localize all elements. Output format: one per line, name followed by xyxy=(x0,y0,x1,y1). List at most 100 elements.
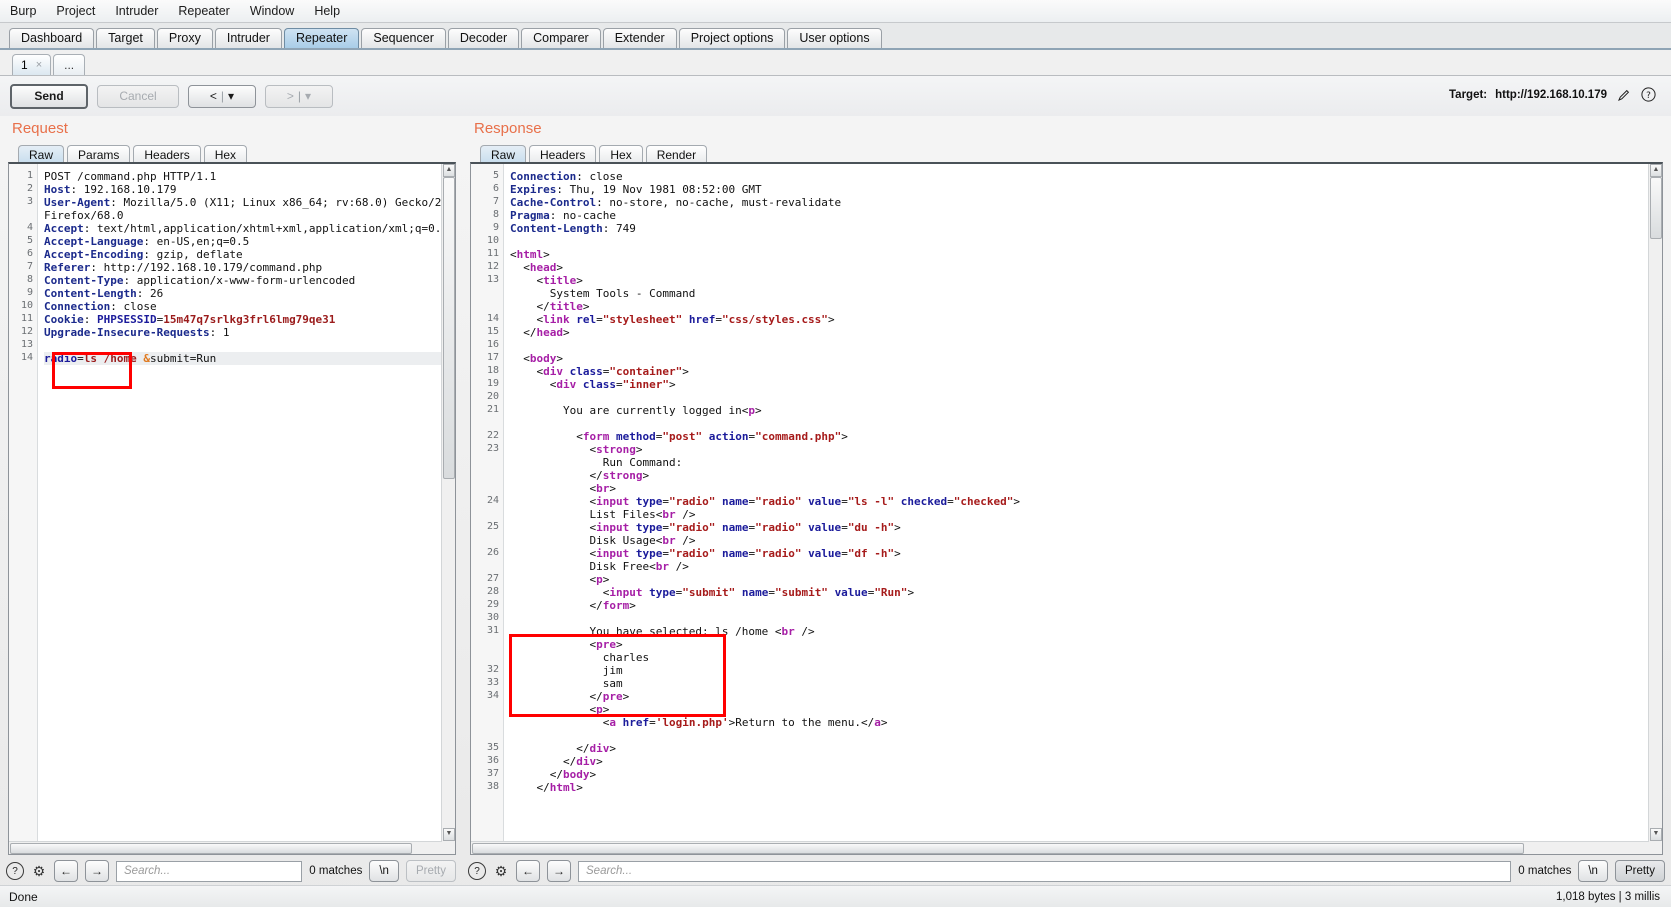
code-token: < xyxy=(510,313,544,326)
search-input-wrapper[interactable] xyxy=(578,860,1512,882)
close-icon[interactable]: × xyxy=(36,55,42,75)
code-line: </head> xyxy=(510,326,1648,339)
menu-item-burp[interactable]: Burp xyxy=(8,3,38,19)
help-icon[interactable]: ? xyxy=(6,862,24,880)
menu-item-repeater[interactable]: Repeater xyxy=(176,3,231,19)
code-token: strong xyxy=(602,469,643,482)
code-token: Accept xyxy=(44,222,84,235)
scroll-down-icon[interactable]: ▼ xyxy=(1650,828,1662,841)
tab-repeater[interactable]: Repeater xyxy=(283,28,360,48)
line-number: 13 xyxy=(20,339,33,350)
line-number: 25 xyxy=(486,521,499,532)
code-token: < xyxy=(510,248,517,261)
code-token: > xyxy=(596,755,603,768)
line-number: 18 xyxy=(486,365,499,376)
pretty-button[interactable]: Pretty xyxy=(1614,860,1665,882)
repeater-tab-new[interactable]: ... xyxy=(53,54,86,75)
tab-dashboard[interactable]: Dashboard xyxy=(9,28,95,48)
tab-comparer[interactable]: Comparer xyxy=(521,28,601,48)
gear-icon[interactable]: ⚙ xyxy=(493,863,509,879)
target-info: Target: http://192.168.10.179 ? xyxy=(1449,86,1657,103)
target-url: http://192.168.10.179 xyxy=(1495,88,1607,101)
line-number: 11 xyxy=(486,248,499,259)
code-line: <body> xyxy=(510,352,1648,365)
newline-toggle-button[interactable]: \n xyxy=(1578,860,1608,882)
svg-text:?: ? xyxy=(1646,91,1651,101)
code-line: System Tools - Command xyxy=(510,287,1648,300)
line-number: 12 xyxy=(20,326,33,337)
menu-item-intruder[interactable]: Intruder xyxy=(113,3,160,19)
send-button[interactable]: Send xyxy=(10,83,88,109)
request-vertical-scrollbar[interactable]: ▲ ▼ xyxy=(441,164,455,854)
code-token: & xyxy=(143,352,150,365)
tab-target[interactable]: Target xyxy=(96,28,155,48)
menu-item-project[interactable]: Project xyxy=(54,3,97,19)
newline-toggle-button[interactable]: \n xyxy=(369,860,399,882)
code-line: <input type="submit" name="submit" value… xyxy=(510,586,1648,599)
find-previous-button[interactable]: ← xyxy=(516,860,540,882)
code-token: = xyxy=(768,586,775,599)
code-token: body xyxy=(529,352,557,365)
help-icon[interactable]: ? xyxy=(468,862,486,880)
find-next-button[interactable]: → xyxy=(547,860,571,882)
menu-item-window[interactable]: Window xyxy=(248,3,296,19)
code-token: : http://192.168.10.179/command.php xyxy=(90,261,323,274)
code-line: Accept: text/html,application/xhtml+xml,… xyxy=(44,222,441,235)
code-token: > xyxy=(602,573,610,586)
scroll-down-icon[interactable]: ▼ xyxy=(443,828,455,841)
code-token: pre xyxy=(596,638,616,651)
scroll-thumb[interactable] xyxy=(443,177,455,479)
scroll-up-icon[interactable]: ▲ xyxy=(443,164,455,177)
search-input[interactable] xyxy=(122,864,297,878)
chevron-down-icon: ▾ xyxy=(305,89,312,103)
code-token: > xyxy=(827,313,835,326)
code-line: <br> xyxy=(510,482,1648,495)
code-line: <input type="radio" name="radio" value="… xyxy=(510,547,1648,560)
tab-decoder[interactable]: Decoder xyxy=(447,28,520,48)
code-token: > xyxy=(880,716,888,729)
code-line: Expires: Thu, 19 Nov 1981 08:52:00 GMT xyxy=(510,183,1648,196)
code-line: You have selected: ls /home <br /> xyxy=(510,625,1648,638)
tab-proxy[interactable]: Proxy xyxy=(156,28,213,48)
search-input-wrapper[interactable] xyxy=(116,860,303,882)
chevron-down-icon[interactable]: ▾ xyxy=(228,89,234,103)
line-number: 12 xyxy=(486,261,499,272)
line-number: 33 xyxy=(486,677,499,688)
tab-project-options[interactable]: Project options xyxy=(678,28,786,48)
scroll-thumb[interactable] xyxy=(1650,177,1662,239)
code-line: <pre> xyxy=(510,638,1648,651)
tab-extender[interactable]: Extender xyxy=(602,28,677,48)
code-line: Cookie: PHPSESSID=15m47q7srlkg3frl6lmg79… xyxy=(44,313,441,326)
pencil-icon[interactable] xyxy=(1615,86,1632,103)
repeater-tab-1[interactable]: 1 × xyxy=(12,54,52,75)
response-horizontal-scrollbar[interactable] xyxy=(471,841,1649,854)
scroll-up-icon[interactable]: ▲ xyxy=(1650,164,1662,177)
code-token: </ xyxy=(510,599,603,612)
tab-intruder[interactable]: Intruder xyxy=(214,28,282,48)
tab-sequencer[interactable]: Sequencer xyxy=(361,28,446,48)
code-token: = xyxy=(947,495,954,508)
menu-item-help[interactable]: Help xyxy=(312,3,342,19)
tab-user-options[interactable]: User options xyxy=(787,28,882,48)
code-token: You have selected: ls /home < xyxy=(510,625,782,638)
gear-icon[interactable]: ⚙ xyxy=(31,863,47,879)
back-button[interactable]: < | ▾ xyxy=(188,84,256,108)
scroll-thumb[interactable] xyxy=(10,843,412,854)
request-horizontal-scrollbar[interactable] xyxy=(9,841,442,854)
response-vertical-scrollbar[interactable]: ▲ ▼ xyxy=(1648,164,1662,854)
code-line: </pre> xyxy=(510,690,1648,703)
code-token: < xyxy=(510,482,597,495)
code-line: Referer: http://192.168.10.179/command.p… xyxy=(44,261,441,274)
request-code[interactable]: POST /command.php HTTP/1.1 Host: 192.168.… xyxy=(38,164,441,854)
code-token: rel xyxy=(576,313,597,326)
response-editor[interactable]: 5 6 7 8 9 10 11 12 13 14 15 16 17 18 19 20 21 22 23 24 25 26 2… xyxy=(470,162,1663,855)
find-previous-button[interactable]: ← xyxy=(54,860,78,882)
search-input[interactable] xyxy=(584,864,1506,878)
scroll-thumb[interactable] xyxy=(472,843,1524,854)
help-icon[interactable]: ? xyxy=(1640,86,1657,103)
request-editor[interactable]: 1 2 3 4 5 6 7 8 9 10 11 12 13 14 POST /command.php HT… xyxy=(8,162,456,855)
divider: | xyxy=(297,89,302,103)
find-next-button[interactable]: → xyxy=(85,860,109,882)
code-token: > xyxy=(602,703,610,716)
response-code[interactable]: Connection: close Expires: Thu, 19 Nov 19… xyxy=(504,164,1648,854)
